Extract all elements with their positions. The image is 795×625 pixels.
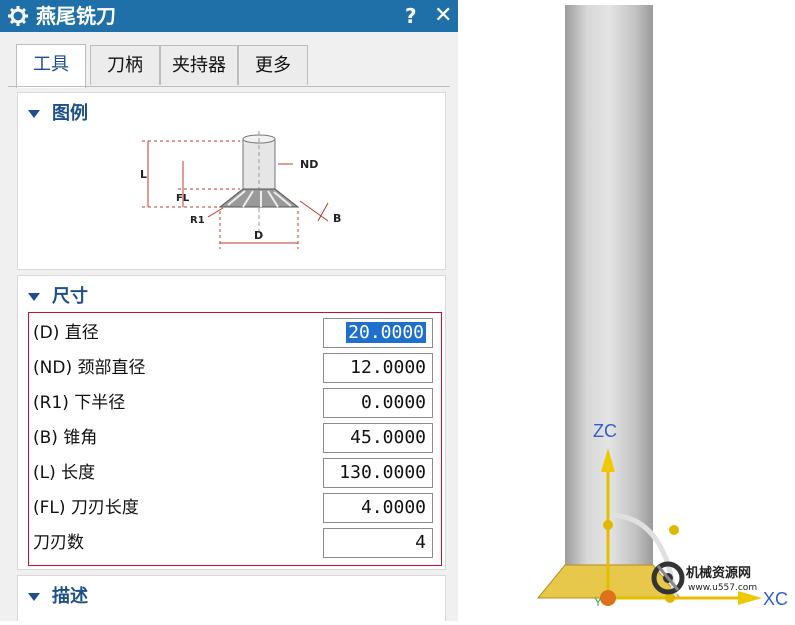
axis-zc-label: ZC (593, 421, 617, 441)
dovetail-cutter-diagram: L FL ND R1 B D (140, 131, 341, 249)
diameter-input[interactable]: 20.0000 (323, 318, 433, 348)
tab-tools[interactable]: 工具 (16, 44, 86, 88)
axis-y-label: Y (594, 595, 602, 609)
watermark-url: www.u557.com (688, 583, 757, 593)
collapse-triangle-icon (28, 110, 40, 118)
legend-header[interactable]: 图例 (28, 99, 88, 125)
description-title: 描述 (52, 586, 88, 607)
lower-radius-input[interactable]: 0.0000 (323, 388, 433, 418)
label-L: L (140, 168, 147, 181)
description-panel: 描述 (17, 575, 446, 621)
graphics-viewport[interactable]: ZC XC Y 机械资源网 www.u557.com (470, 0, 795, 621)
dimensions-header[interactable]: 尺寸 (28, 282, 88, 308)
label-B: B (333, 212, 341, 225)
tab-clamp[interactable]: 夹持器 (160, 45, 238, 85)
arc-handle[interactable] (669, 525, 679, 535)
dialog-title: 燕尾铣刀 (36, 4, 116, 28)
tab-holder[interactable]: 刀柄 (90, 45, 160, 85)
neck-diameter-input[interactable]: 12.0000 (323, 353, 433, 383)
diameter-value: 20.0000 (346, 322, 426, 343)
legend-title: 图例 (52, 103, 88, 124)
x-axis-arrow-icon (738, 591, 762, 605)
dimensions-title: 尺寸 (52, 286, 88, 307)
flute-length-label: (FL) 刀刃长度 (33, 498, 139, 518)
description-header[interactable]: 描述 (28, 582, 88, 608)
viewport-canvas: ZC XC Y 机械资源网 www.u557.com (536, 5, 788, 609)
gear-icon[interactable] (8, 6, 28, 26)
tool-dialog: 燕尾铣刀 ? ✕ 工具 刀柄 夹持器 更多 图例 L FL ND R1 B D … (0, 0, 458, 621)
help-button[interactable]: ? (405, 3, 417, 29)
x-handle[interactable] (665, 593, 675, 603)
origin-handle[interactable] (600, 590, 616, 606)
length-input[interactable]: 130.0000 (323, 458, 433, 488)
flute-count-input[interactable]: 4 (323, 528, 433, 558)
flute-length-input[interactable]: 4.0000 (323, 493, 433, 523)
legend-panel: 图例 L FL ND R1 B D (17, 92, 446, 270)
diameter-label: (D) 直径 (33, 323, 99, 343)
length-label: (L) 长度 (33, 463, 96, 483)
lower-radius-label: (R1) 下半径 (33, 393, 126, 413)
label-R1: R1 (190, 215, 205, 226)
label-D: D (254, 229, 263, 242)
watermark-title: 机械资源网 (686, 565, 751, 581)
tab-divider (8, 86, 450, 87)
z-handle[interactable] (603, 520, 613, 530)
collapse-triangle-icon (28, 593, 40, 601)
label-ND: ND (300, 158, 318, 171)
tab-more[interactable]: 更多 (238, 45, 308, 85)
label-FL: FL (176, 193, 190, 204)
collapse-triangle-icon (28, 293, 40, 301)
title-bar: 燕尾铣刀 ? ✕ (0, 0, 458, 32)
close-button[interactable]: ✕ (434, 3, 452, 29)
axis-xc-label: XC (763, 589, 788, 609)
flute-count-label: 刀刃数 (33, 533, 84, 553)
dimensions-list: (D) 直径 20.0000 (ND) 颈部直径 12.0000 (R1) 下半… (28, 312, 442, 566)
taper-angle-input[interactable]: 45.0000 (323, 423, 433, 453)
taper-angle-label: (B) 锥角 (33, 428, 98, 448)
neck-diameter-label: (ND) 颈部直径 (33, 358, 146, 378)
